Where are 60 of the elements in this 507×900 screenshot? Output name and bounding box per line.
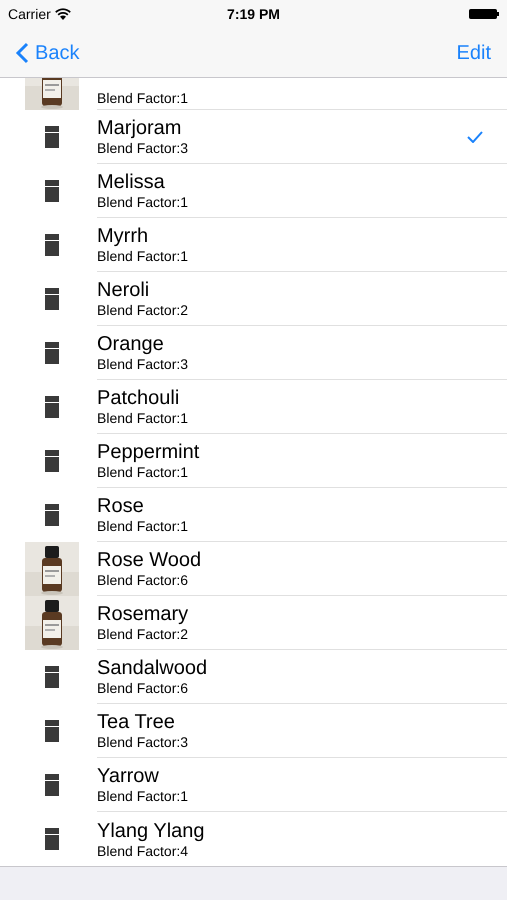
bottle-icon	[45, 180, 59, 202]
bottle-icon	[45, 774, 59, 796]
oil-row[interactable]: Rose Wood Blend Factor:6	[0, 542, 507, 596]
carrier-label: Carrier	[8, 4, 51, 24]
bottle-icon	[45, 504, 59, 526]
blend-factor-label: Blend Factor:1	[97, 248, 190, 265]
oil-name: Melissa	[97, 170, 166, 194]
blend-factor-label: Blend Factor:3	[97, 356, 190, 373]
blend-factor-label: Blend Factor:3	[97, 734, 190, 751]
bottle-icon	[45, 342, 59, 364]
oil-name: Rose Wood	[97, 548, 202, 572]
blend-factor-label: Blend Factor:1	[97, 89, 188, 107]
oil-row[interactable]: Peppermint Blend Factor:1	[0, 434, 507, 488]
blend-factor-label: Blend Factor:1	[97, 194, 190, 211]
oil-row[interactable]: Ylang Ylang Blend Factor:4	[0, 812, 507, 866]
status-time: 7:19 PM	[227, 4, 280, 24]
oil-row[interactable]: Rosemary Blend Factor:2	[0, 596, 507, 650]
oil-name: Yarrow	[97, 764, 160, 788]
wifi-icon	[54, 8, 71, 20]
blend-factor-label: Blend Factor:3	[97, 140, 190, 157]
bottle-icon	[45, 396, 59, 418]
oil-name: Marjoram	[97, 116, 182, 140]
blend-factor-label: Blend Factor:4	[97, 842, 190, 860]
blend-factor-label: Blend Factor:2	[97, 302, 190, 319]
oil-row[interactable]: Sandalwood Blend Factor:6	[0, 650, 507, 704]
oil-name: Ylang Ylang	[97, 818, 206, 842]
oil-row[interactable]: Melissa Blend Factor:1	[0, 164, 507, 218]
oil-name: Peppermint	[97, 440, 200, 464]
blend-factor-label: Blend Factor:1	[97, 410, 190, 427]
bottle-icon	[45, 288, 59, 310]
blend-factor-label: Blend Factor:1	[97, 464, 190, 481]
bottle-icon	[45, 828, 59, 850]
oil-name: Patchouli	[97, 386, 180, 410]
oil-name: Neroli	[97, 278, 150, 302]
chevron-left-icon	[16, 42, 29, 64]
bottle-icon	[45, 234, 59, 256]
bottle-icon	[45, 450, 59, 472]
oil-row[interactable]: Orange Blend Factor:3	[0, 326, 507, 380]
oil-row[interactable]: Neroli Blend Factor:2	[0, 272, 507, 326]
oil-name: Orange	[97, 332, 165, 356]
blend-factor-label: Blend Factor:6	[97, 572, 190, 589]
oil-name: Sandalwood	[97, 656, 208, 680]
bottle-icon	[45, 720, 59, 742]
battery-icon	[469, 9, 499, 19]
blend-factor-label: Blend Factor:6	[97, 680, 190, 697]
oil-name: Rosemary	[97, 602, 190, 626]
oil-name: Myrrh	[97, 224, 150, 248]
oil-row[interactable]: Patchouli Blend Factor:1	[0, 380, 507, 434]
oil-row[interactable]: Marjoram Blend Factor:3	[0, 110, 507, 164]
oil-row[interactable]: Rose Blend Factor:1	[0, 488, 507, 542]
oil-name: Rose	[97, 494, 145, 518]
blend-factor-label: Blend Factor:1	[97, 518, 190, 535]
blend-factor-label: Blend Factor:2	[97, 626, 190, 643]
oil-row[interactable]: Yarrow Blend Factor:1	[0, 758, 507, 812]
oil-row[interactable]: Tea Tree Blend Factor:3	[0, 704, 507, 758]
bottle-icon	[45, 126, 59, 148]
oil-row[interactable]: Myrrh Blend Factor:1	[0, 218, 507, 272]
blend-factor-label: Blend Factor:1	[97, 788, 190, 805]
oil-name: Tea Tree	[97, 710, 176, 734]
bottle-icon	[45, 666, 59, 688]
